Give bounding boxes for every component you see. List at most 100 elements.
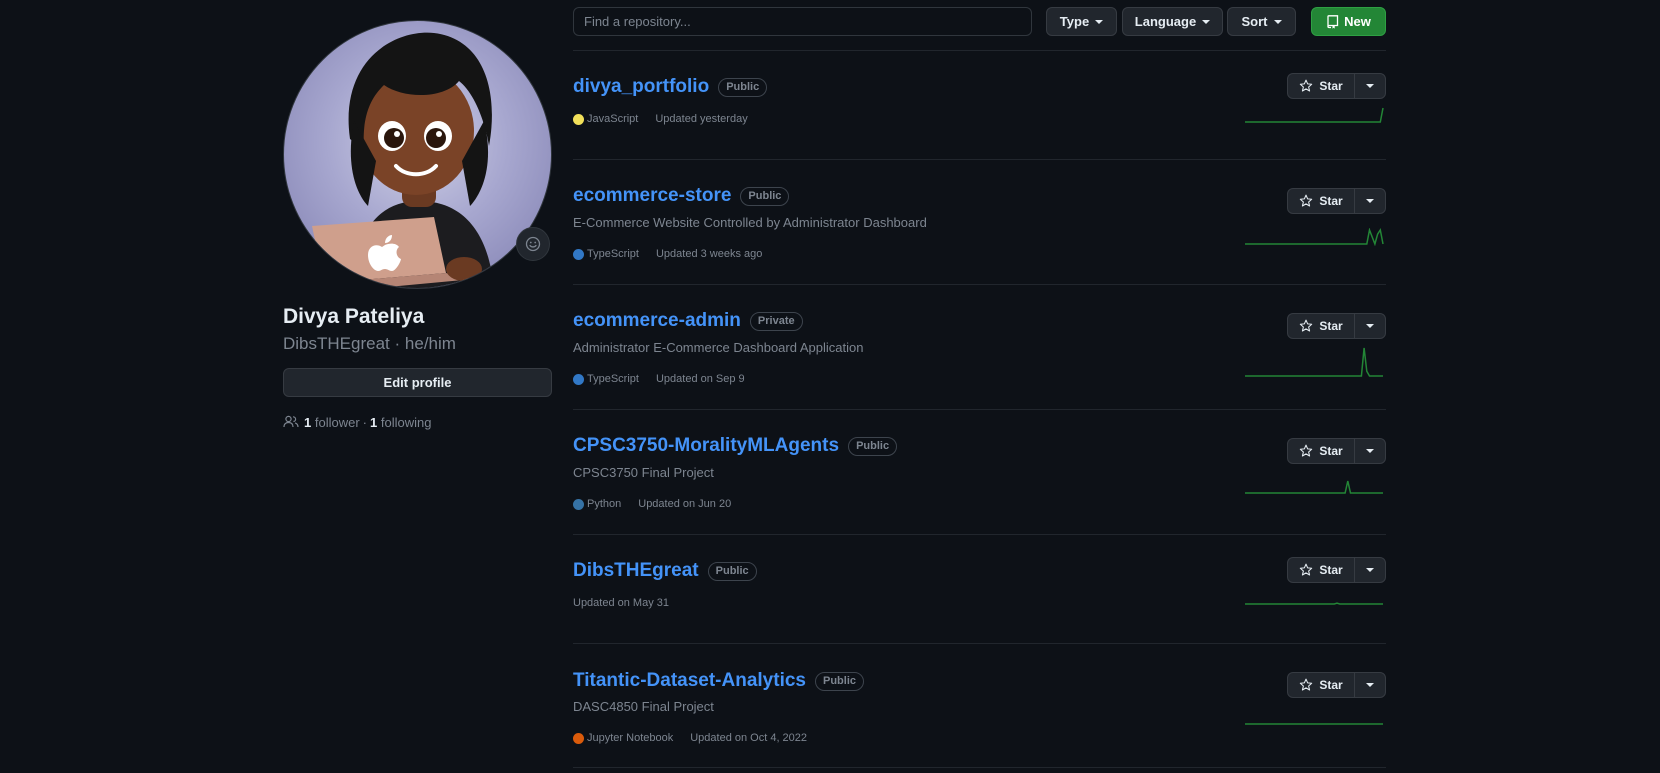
star-label: Star bbox=[1319, 563, 1343, 577]
following-count: 1 bbox=[370, 414, 378, 430]
star-icon bbox=[1300, 563, 1313, 576]
caret-down-icon bbox=[1202, 19, 1211, 24]
star-button-group: Star bbox=[1287, 73, 1386, 99]
repo-description: DASC4850 Final Project bbox=[573, 699, 714, 714]
sort-label: Sort bbox=[1241, 14, 1268, 29]
language-color-dot bbox=[573, 113, 584, 125]
avatar[interactable] bbox=[283, 20, 552, 289]
repo-updated: Updated on Sep 9 bbox=[655, 373, 745, 385]
visibility-badge: Public bbox=[848, 436, 898, 456]
star-list-dropdown-button[interactable] bbox=[1355, 74, 1385, 98]
language-color-dot bbox=[573, 732, 584, 744]
type-filter-dropdown[interactable]: Type bbox=[1046, 7, 1117, 36]
sparkline-path bbox=[1245, 480, 1383, 494]
repo-name-link[interactable]: Titantic-Dataset-Analytics bbox=[573, 670, 806, 692]
repo-icon bbox=[1327, 14, 1339, 29]
new-repository-button[interactable]: New bbox=[1311, 7, 1386, 36]
star-label: Star bbox=[1319, 79, 1343, 93]
star-button[interactable]: Star bbox=[1288, 189, 1355, 213]
follow-separator: · bbox=[362, 414, 367, 430]
profile-login-line: DibsTHEgreat · he/him bbox=[283, 334, 456, 354]
new-button-label: New bbox=[1344, 14, 1371, 29]
repo-language: JavaScript bbox=[587, 113, 639, 125]
profile-pronouns: he/him bbox=[404, 334, 456, 353]
following-link[interactable]: 1 following bbox=[370, 415, 431, 430]
repo-meta: Jupyter Notebook Updated on Oct 4, 2022 bbox=[573, 732, 807, 744]
star-button[interactable]: Star bbox=[1288, 439, 1355, 463]
language-color-dot bbox=[573, 373, 584, 385]
activity-sparkline bbox=[1245, 480, 1383, 494]
star-icon bbox=[1300, 194, 1313, 207]
language-filter-dropdown[interactable]: Language bbox=[1122, 7, 1223, 36]
star-list-dropdown-button[interactable] bbox=[1355, 439, 1385, 463]
star-button[interactable]: Star bbox=[1288, 558, 1355, 582]
repo-title-row: CPSC3750-MoralityMLAgents Public bbox=[573, 435, 898, 457]
repo-description: CPSC3750 Final Project bbox=[573, 465, 714, 480]
followers-count: 1 bbox=[304, 414, 312, 430]
repo-updated: Updated on Oct 4, 2022 bbox=[690, 732, 808, 744]
caret-down-icon bbox=[1366, 683, 1374, 687]
sort-dropdown[interactable]: Sort bbox=[1227, 7, 1296, 36]
repo-language: Python bbox=[587, 498, 622, 510]
caret-down-icon bbox=[1366, 568, 1374, 572]
divider bbox=[573, 643, 1386, 644]
sparkline-path bbox=[1245, 602, 1383, 605]
sparkline-path bbox=[1245, 228, 1384, 246]
repo-name-link[interactable]: DibsTHEgreat bbox=[573, 560, 699, 582]
repo-updated: Updated on May 31 bbox=[573, 597, 670, 609]
smiley-icon bbox=[525, 236, 541, 252]
repo-meta: TypeScript Updated on Sep 9 bbox=[573, 373, 745, 385]
repo-name-link[interactable]: ecommerce-store bbox=[573, 185, 731, 207]
caret-down-icon bbox=[1366, 449, 1374, 453]
star-list-dropdown-button[interactable] bbox=[1355, 314, 1385, 338]
profile-avatar-container bbox=[283, 20, 552, 289]
set-status-button[interactable] bbox=[516, 227, 550, 261]
repo-meta: Updated on May 31 bbox=[573, 597, 669, 609]
repo-title-row: ecommerce-store Public bbox=[573, 185, 790, 207]
star-icon bbox=[1300, 444, 1313, 457]
repo-name-link[interactable]: divya_portfolio bbox=[573, 76, 709, 98]
visibility-badge: Public bbox=[718, 77, 768, 97]
star-button-group: Star bbox=[1287, 313, 1386, 339]
followers-link[interactable]: 1 follower bbox=[304, 415, 360, 430]
repo-meta: TypeScript Updated 3 weeks ago bbox=[573, 248, 762, 260]
caret-down-icon bbox=[1366, 84, 1374, 88]
divider bbox=[573, 50, 1386, 51]
divider bbox=[573, 534, 1386, 535]
divider bbox=[573, 767, 1386, 768]
star-button[interactable]: Star bbox=[1288, 74, 1355, 98]
divider bbox=[573, 284, 1386, 285]
search-input[interactable] bbox=[573, 7, 1032, 36]
sparkline-path bbox=[1245, 347, 1383, 377]
star-label: Star bbox=[1319, 194, 1343, 208]
repo-language: TypeScript bbox=[587, 373, 639, 385]
visibility-badge: Private bbox=[749, 311, 803, 331]
star-list-dropdown-button[interactable] bbox=[1355, 673, 1385, 697]
avatar-illustration bbox=[312, 32, 494, 288]
repo-title-row: DibsTHEgreat Public bbox=[573, 560, 757, 582]
divider bbox=[573, 159, 1386, 160]
edit-profile-button[interactable]: Edit profile bbox=[283, 368, 552, 397]
visibility-badge: Public bbox=[815, 671, 865, 691]
repo-name-link[interactable]: CPSC3750-MoralityMLAgents bbox=[573, 435, 839, 457]
star-icon bbox=[1300, 678, 1313, 691]
repo-name-link[interactable]: ecommerce-admin bbox=[573, 310, 741, 332]
caret-down-icon bbox=[1366, 324, 1374, 328]
profile-name: Divya Pateliya bbox=[283, 305, 425, 328]
repo-updated: Updated 3 weeks ago bbox=[655, 248, 763, 260]
activity-sparkline bbox=[1245, 228, 1384, 246]
repo-description: E-Commerce Website Controlled by Adminis… bbox=[573, 215, 927, 230]
star-button[interactable]: Star bbox=[1288, 314, 1355, 338]
repo-meta: Python Updated on Jun 20 bbox=[573, 498, 731, 510]
people-icon bbox=[283, 415, 299, 428]
following-label: following bbox=[380, 414, 432, 430]
repo-description: Administrator E-Commerce Dashboard Appli… bbox=[573, 340, 864, 355]
star-button-group: Star bbox=[1287, 672, 1386, 698]
star-list-dropdown-button[interactable] bbox=[1355, 558, 1385, 582]
star-list-dropdown-button[interactable] bbox=[1355, 189, 1385, 213]
star-label: Star bbox=[1319, 444, 1343, 458]
repo-title-row: ecommerce-admin Private bbox=[573, 310, 803, 332]
activity-sparkline bbox=[1245, 602, 1383, 605]
star-button[interactable]: Star bbox=[1288, 673, 1355, 697]
repo-language: Jupyter Notebook bbox=[587, 732, 674, 744]
